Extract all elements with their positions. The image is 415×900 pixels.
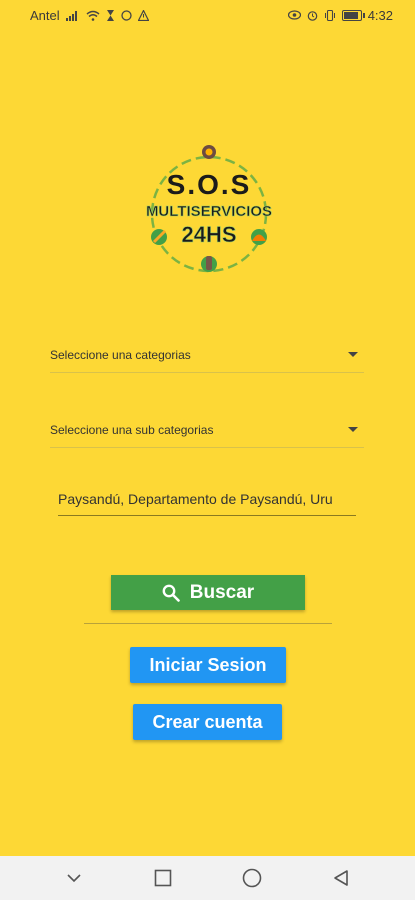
login-button[interactable]: Iniciar Sesion	[130, 647, 286, 683]
eye-icon	[287, 10, 301, 20]
search-button[interactable]: Buscar	[111, 575, 305, 610]
register-button-label: Crear cuenta	[152, 711, 263, 732]
collapse-button[interactable]	[54, 858, 94, 898]
logo-line3: 24HS	[181, 222, 236, 247]
category-dropdown[interactable]: Seleccione una categorias	[50, 337, 364, 373]
login-button-label: Iniciar Sesion	[149, 654, 267, 675]
chevron-down-icon	[348, 427, 358, 432]
home-icon	[242, 868, 262, 888]
vibrate-icon	[324, 9, 335, 21]
status-left: Antel	[30, 8, 149, 23]
battery-icon	[341, 9, 365, 21]
clock: 4:32	[367, 7, 393, 23]
carrier-label: Antel	[30, 7, 60, 23]
register-button[interactable]: Crear cuenta	[133, 704, 282, 740]
wifi-icon	[86, 10, 100, 21]
subcategory-dropdown-label: Seleccione una sub categorias	[50, 422, 214, 437]
logo-line2: MULTISERVICIOS	[146, 203, 272, 220]
search-button-label: Buscar	[189, 581, 255, 603]
chevron-down-icon	[348, 352, 358, 357]
whatsapp-icon	[120, 9, 132, 21]
hourglass-icon	[106, 9, 114, 21]
warning-icon	[137, 9, 149, 21]
back-button[interactable]	[321, 858, 361, 898]
back-icon	[333, 870, 348, 886]
collapse-icon	[67, 874, 81, 883]
recents-button[interactable]	[143, 858, 183, 898]
subcategory-dropdown[interactable]: Seleccione una sub categorias	[50, 412, 364, 448]
location-input[interactable]	[58, 482, 356, 516]
logo-line1: S.O.S	[167, 169, 252, 200]
divider	[84, 623, 332, 624]
system-nav-bar	[0, 856, 415, 900]
signal-icon	[65, 10, 77, 21]
app-logo: S.O.S MULTISERVICIOS 24HS	[146, 145, 272, 273]
home-button[interactable]	[232, 858, 272, 898]
search-icon	[162, 584, 180, 602]
recents-icon	[154, 869, 172, 887]
alarm-icon	[307, 10, 317, 21]
category-dropdown-label: Seleccione una categorias	[50, 347, 191, 362]
status-right: 4:32	[287, 7, 393, 23]
status-bar: Antel 4:32	[0, 0, 415, 30]
